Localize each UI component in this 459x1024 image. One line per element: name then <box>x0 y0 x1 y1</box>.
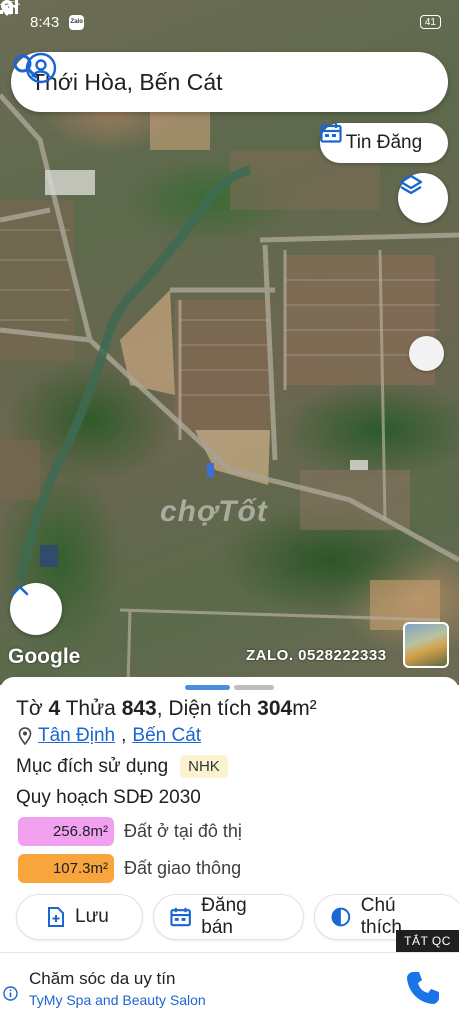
save-button-label: Lưu <box>75 906 109 927</box>
parcel-title: Tờ 4 Thửa 843, Diện tích 304m² <box>16 697 317 721</box>
ward-link[interactable]: Tân Định <box>38 725 115 747</box>
layers-button[interactable] <box>398 173 448 223</box>
area-value: 304 <box>257 697 293 720</box>
layers-icon <box>399 174 423 195</box>
parcel-info-sheet: Tờ 4 Thửa 843, Diện tích 304m² Tân Định,… <box>0 677 459 957</box>
area-row-traffic: 107.3m² Đất giao thông <box>18 854 241 883</box>
sheet-label: Tờ <box>16 697 43 720</box>
signal-icon-2 <box>0 0 18 14</box>
map-marker-handle[interactable] <box>409 336 444 371</box>
street-view-thumbnail[interactable] <box>403 622 449 668</box>
pager-dot-active[interactable] <box>185 685 230 690</box>
contrast-icon <box>331 907 351 927</box>
ad-subtitle[interactable]: TyMy Spa and Beauty Salon <box>29 992 206 1008</box>
calendar-icon <box>320 123 342 143</box>
parcel-location: Tân Định, Bến Cát <box>18 725 201 747</box>
area-label: , Diện tích <box>156 697 252 720</box>
sheet-number: 4 <box>48 697 61 720</box>
parcel-number: 843 <box>121 697 157 720</box>
area-row-residential: 256.8m² Đất ở tại đô thị <box>18 817 242 846</box>
area-desc-traffic: Đất giao thông <box>124 858 242 878</box>
search-query[interactable]: Thới Hòa, Bến Cát <box>31 69 448 96</box>
area-chip-traffic: 107.3m² <box>18 854 114 883</box>
listings-chip-label: Tin Đăng <box>345 132 423 153</box>
pager-dot[interactable] <box>234 685 274 690</box>
search-bar[interactable]: Thới Hòa, Bến Cát <box>11 52 448 112</box>
chevron-up-icon <box>11 585 29 596</box>
purpose-badge: NHK <box>180 755 228 778</box>
post-listing-button[interactable]: Đăng bán <box>153 894 304 940</box>
status-icons: 41 <box>0 0 441 29</box>
ad-banner[interactable]: Chăm sóc da uy tín TyMy Spa and Beauty S… <box>0 952 459 1024</box>
expand-up-button[interactable] <box>10 583 62 635</box>
close-ad-button[interactable]: TẮT QC <box>396 930 459 952</box>
chotot-watermark: chợTốt <box>160 495 268 528</box>
ad-title[interactable]: Chăm sóc da uy tín <box>29 969 175 989</box>
calendar-icon <box>170 907 191 927</box>
action-buttons: Lưu Đăng bán Chú thích <box>16 894 459 940</box>
area-unit: m² <box>292 697 317 720</box>
purpose-label: Mục đích sử dụng <box>16 755 169 777</box>
sheet-pager[interactable] <box>185 685 274 690</box>
status-bar: 8:43 Zalo 41 <box>0 0 459 50</box>
save-button[interactable]: Lưu <box>16 894 143 940</box>
status-time: 8:43 <box>30 13 60 31</box>
land-purpose: Mục đích sử dụng NHK <box>16 755 228 778</box>
district-link[interactable]: Bến Cát <box>132 725 201 747</box>
pin-icon <box>18 727 32 745</box>
area-chip-residential: 256.8m² <box>18 817 114 846</box>
area-desc-residential: Đất ở tại đô thị <box>124 821 242 841</box>
post-listing-label: Đăng bán <box>201 895 247 938</box>
parcel-label: Thửa <box>65 697 116 720</box>
listings-chip[interactable]: Tin Đăng <box>320 123 448 163</box>
location-separator: , <box>121 725 127 746</box>
battery-icon: 41 <box>419 15 441 29</box>
search-icon[interactable] <box>11 52 39 80</box>
info-icon[interactable] <box>3 986 18 1001</box>
zalo-contact-label: ZALO. 0528222333 <box>246 647 387 664</box>
zalo-notification-icon: Zalo <box>69 14 85 30</box>
google-logo: Google <box>8 645 81 668</box>
phone-icon[interactable] <box>403 968 443 1008</box>
satellite-map[interactable]: 8:43 Zalo 41 Thới Hòa, Bến Cát Tin Đăng … <box>0 0 459 685</box>
add-note-icon <box>48 907 64 927</box>
plan-label: Quy hoạch SDĐ 2030 <box>16 787 201 808</box>
